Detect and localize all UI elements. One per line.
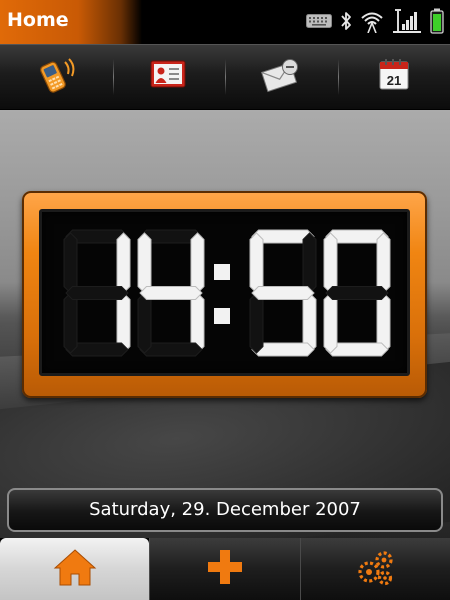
clock-digit-3 — [323, 229, 391, 357]
clock-digit-2 — [249, 229, 317, 357]
segment-e — [323, 292, 338, 354]
segment-g — [139, 286, 203, 300]
clock-display — [39, 209, 410, 376]
segment-e — [137, 292, 152, 354]
clock-colon — [214, 264, 230, 324]
segment-g — [325, 286, 389, 300]
screen-title: Home — [0, 0, 142, 44]
wifi-icon — [360, 9, 384, 33]
quick-launch-toolbar: 21 — [0, 44, 450, 110]
segment-f — [323, 232, 338, 294]
segment-f — [63, 232, 78, 294]
bottom-navigation — [0, 538, 450, 600]
keyboard-icon — [306, 14, 332, 28]
bluetooth-icon — [340, 10, 352, 32]
segment-g — [65, 286, 129, 300]
clock-digits — [63, 229, 391, 357]
phone-icon — [35, 54, 77, 100]
status-icons — [306, 6, 444, 36]
calendar-button[interactable]: 21 — [337, 45, 450, 109]
add-button[interactable] — [149, 538, 300, 600]
clock-widget[interactable] — [22, 191, 427, 398]
status-bar: Home — [0, 0, 450, 44]
segment-b — [116, 232, 131, 294]
segment-f — [249, 232, 264, 294]
segment-f — [137, 232, 152, 294]
phone-button[interactable] — [0, 45, 113, 109]
clock-digit-0 — [63, 229, 131, 357]
battery-icon — [430, 8, 444, 34]
home-icon — [53, 547, 97, 591]
calendar-icon: 21 — [377, 58, 411, 96]
signal-icon — [392, 8, 422, 34]
add-icon — [205, 547, 245, 591]
segment-b — [302, 232, 317, 294]
segment-b — [190, 232, 205, 294]
contacts-icon — [149, 57, 189, 97]
calendar-badge: 21 — [387, 73, 401, 88]
messages-icon — [260, 57, 302, 97]
settings-icon — [354, 546, 396, 592]
settings-button[interactable] — [299, 538, 450, 600]
home-button[interactable] — [0, 538, 150, 600]
colon-dot — [214, 308, 230, 324]
clock-digit-1 — [137, 229, 205, 357]
contacts-button[interactable] — [112, 45, 226, 109]
segment-b — [376, 232, 391, 294]
segment-e — [63, 292, 78, 354]
date-display[interactable]: Saturday, 29. December 2007 — [7, 488, 443, 532]
segment-e — [249, 292, 264, 354]
messages-button[interactable] — [225, 45, 338, 109]
colon-dot — [214, 264, 230, 280]
segment-g — [251, 286, 315, 300]
